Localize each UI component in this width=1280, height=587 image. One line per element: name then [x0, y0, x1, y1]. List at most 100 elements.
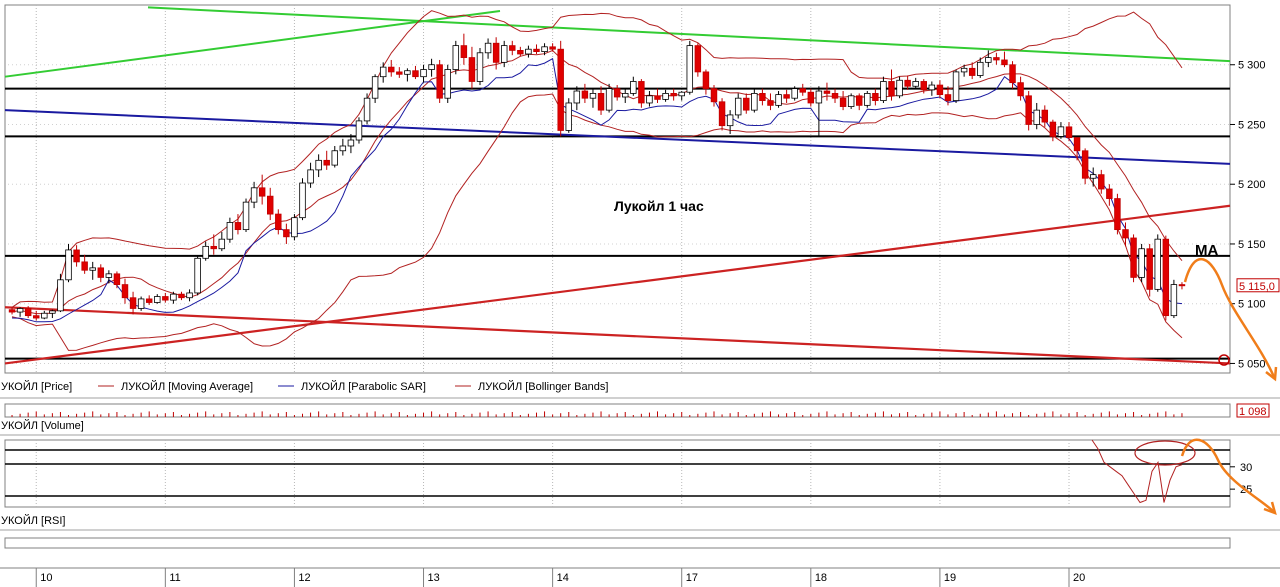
candle-body — [331, 150, 338, 166]
candle-body — [751, 93, 758, 111]
date-label: 20 — [1073, 572, 1085, 584]
price-tick-label: 5 250 — [1238, 119, 1266, 131]
candle-body — [484, 42, 492, 54]
trend-line — [4, 204, 1231, 365]
candle-body — [726, 114, 734, 127]
candle-body — [509, 45, 516, 51]
candle-body — [952, 71, 960, 101]
candle-body — [928, 84, 936, 91]
candle-body — [145, 298, 153, 303]
candle-body — [492, 42, 500, 63]
candle-body — [121, 284, 129, 299]
candle-body — [234, 222, 242, 231]
date-label: 12 — [298, 572, 310, 584]
candle-body — [24, 308, 32, 317]
annotations — [1180, 258, 1278, 515]
moving-average-line — [11, 49, 1183, 315]
candle-body — [581, 90, 589, 99]
date-label: 14 — [557, 572, 569, 584]
candle-body — [993, 57, 1000, 61]
candle-body — [428, 64, 435, 70]
legend-entry: ЛУКОЙЛ [Bollinger Bands] — [478, 380, 608, 393]
candle-body — [267, 195, 274, 215]
navigator-bar[interactable] — [4, 537, 1231, 549]
candle-body — [258, 187, 266, 197]
volume-bars — [11, 411, 1183, 417]
candle-body — [896, 79, 903, 97]
candle-body — [565, 102, 572, 131]
candle-body — [307, 169, 314, 184]
date-label: 13 — [428, 572, 440, 584]
candle-body — [654, 95, 661, 100]
candle-body — [347, 139, 355, 147]
candle-body — [1025, 95, 1032, 125]
candle-body — [299, 182, 306, 219]
candle-body — [694, 45, 702, 73]
price-tick-label: 5 150 — [1238, 239, 1266, 251]
candle-body — [129, 297, 137, 309]
candle-body — [630, 81, 637, 94]
candle-body — [557, 48, 564, 131]
candle-body — [710, 88, 718, 103]
candle-body — [460, 45, 468, 58]
candle-body — [622, 93, 629, 98]
candle-body — [57, 279, 64, 312]
price-tick-label: 5 300 — [1238, 60, 1266, 72]
candle-body — [920, 81, 927, 91]
candle-body — [89, 267, 96, 271]
candle-body — [888, 81, 895, 97]
candle-body — [533, 48, 540, 52]
candle-body — [363, 97, 371, 122]
trading-chart: 5 050 5 100 5 150 5 200 5 250 5 300 5 115,0 1 0… — [0, 4, 1280, 587]
volume-last-label: 1 098 — [1239, 406, 1267, 418]
candle-body — [605, 88, 613, 111]
parabolic-sar-line — [11, 57, 1183, 323]
candle-body — [936, 84, 944, 96]
candle-body — [1122, 229, 1129, 239]
candle-body — [815, 90, 823, 104]
date-label: 17 — [686, 572, 698, 584]
price-tick-label: 5 200 — [1238, 179, 1266, 191]
candle-body — [678, 91, 685, 97]
candle-body — [16, 308, 24, 313]
candle-body — [847, 95, 855, 107]
candle-body — [597, 93, 605, 111]
candle-body — [500, 45, 508, 63]
volume-panel-label: УКОЙЛ [Volume] — [1, 419, 84, 432]
candle-body — [670, 93, 677, 97]
candle-body — [226, 222, 234, 240]
bollinger-upper — [11, 10, 1183, 308]
candle-body — [291, 217, 298, 238]
candle-body — [686, 45, 694, 93]
candle-body — [734, 97, 742, 116]
candle-body — [105, 273, 113, 278]
candle-body — [977, 61, 984, 76]
candle-body — [323, 159, 330, 166]
candle-body — [743, 97, 750, 111]
candle-body — [8, 309, 16, 313]
candle-body — [412, 70, 419, 78]
candle-body — [775, 94, 782, 106]
candle-body — [872, 93, 879, 101]
trend-lines — [4, 6, 1231, 365]
candle-body — [170, 293, 177, 301]
date-label: 19 — [944, 572, 956, 584]
candle-body — [355, 120, 363, 141]
candle-body — [912, 81, 919, 87]
candle-body — [864, 93, 871, 106]
candle-body — [1178, 284, 1186, 287]
candle-body — [823, 90, 831, 94]
candle-body — [517, 50, 524, 55]
candle-body — [178, 293, 185, 299]
ma-label: MA — [1195, 242, 1218, 259]
candle-body — [97, 267, 105, 278]
candle-body — [799, 88, 806, 93]
candle-body — [759, 93, 766, 101]
candle-body — [791, 88, 798, 99]
date-label: 18 — [815, 572, 827, 584]
candle-body — [137, 298, 145, 309]
candle-body — [65, 249, 72, 281]
legend-entry: ЛУКОЙЛ [Moving Average] — [121, 380, 253, 393]
candle-body — [388, 66, 395, 73]
candle-body — [856, 95, 863, 106]
